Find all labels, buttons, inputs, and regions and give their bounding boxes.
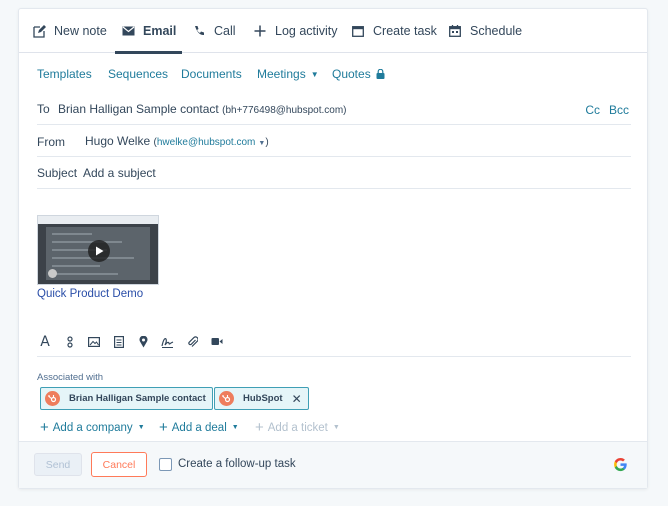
formatting-toolbar: A <box>37 327 631 357</box>
from-selector[interactable]: Hugo Welke (hwelke@hubspot.com ▼) <box>85 134 269 148</box>
video-link[interactable]: Quick Product Demo <box>37 288 143 300</box>
cancel-button[interactable]: Cancel <box>91 452 147 477</box>
calendar-icon <box>448 24 462 38</box>
meetings-label: Meetings <box>257 67 306 81</box>
cc-link[interactable]: Cc <box>585 103 600 117</box>
hubspot-sprocket-icon <box>219 391 234 406</box>
subject-row: Subject Add a subject <box>37 157 631 189</box>
plus-icon: + <box>159 419 168 436</box>
from-address: hwelke@hubspot.com <box>156 137 256 148</box>
subject-input[interactable]: Add a subject <box>83 166 156 180</box>
tab-schedule[interactable]: Schedule <box>448 9 522 53</box>
to-address: (bh+776498@hubspot.com) <box>222 105 347 116</box>
caret-down-icon: ▼ <box>231 424 239 431</box>
image-icon[interactable] <box>86 334 102 350</box>
caret-down-icon: ▼ <box>332 424 340 431</box>
tab-label: New note <box>54 24 107 38</box>
to-label: To <box>37 102 50 116</box>
envelope-icon <box>121 24 135 38</box>
add-company-label: Add a company <box>52 421 133 434</box>
text-style-icon[interactable]: A <box>37 334 53 350</box>
remove-chip-icon[interactable]: ✕ <box>292 392 302 406</box>
templates-link[interactable]: Templates <box>37 67 92 81</box>
cc-bcc-links: Cc Bcc <box>585 103 629 117</box>
from-name: Hugo Welke <box>85 134 151 148</box>
quotes-label: Quotes <box>332 67 371 81</box>
google-icon <box>614 457 627 472</box>
play-icon <box>88 240 110 262</box>
signature-icon[interactable] <box>160 334 176 350</box>
add-company-dropdown[interactable]: + Add a company ▼ <box>40 420 145 435</box>
to-row: To Brian Halligan Sample contact (bh+776… <box>37 95 631 125</box>
lock-icon <box>376 69 385 79</box>
tab-label: Call <box>214 24 236 38</box>
add-deal-label: Add a deal <box>171 421 227 434</box>
follow-up-checkbox[interactable] <box>159 458 172 471</box>
bcc-link[interactable]: Bcc <box>609 103 629 117</box>
email-composer-panel: New note Email Call Log activity Create … <box>18 8 648 489</box>
documents-link[interactable]: Documents <box>181 67 242 81</box>
from-row: From Hugo Welke (hwelke@hubspot.com ▼) <box>37 125 631 157</box>
tab-log-activity[interactable]: Log activity <box>253 9 338 53</box>
personalize-icon[interactable] <box>62 334 78 350</box>
add-ticket-label: Add a ticket <box>267 421 328 434</box>
attachment-icon[interactable] <box>184 334 200 350</box>
tab-new-note[interactable]: New note <box>32 9 107 53</box>
tab-label: Schedule <box>470 24 523 38</box>
map-pin-icon[interactable] <box>135 334 151 350</box>
hubspot-sprocket-icon <box>45 391 60 406</box>
to-recipient[interactable]: Brian Halligan Sample contact (bh+776498… <box>58 102 347 116</box>
sequences-link[interactable]: Sequences <box>108 67 168 81</box>
associated-with-label: Associated with <box>37 372 104 383</box>
chip-label: HubSpot <box>243 393 283 404</box>
video-camera-icon[interactable] <box>209 334 225 350</box>
add-deal-dropdown[interactable]: + Add a deal ▼ <box>159 420 239 435</box>
tab-create-task[interactable]: Create task <box>351 9 437 53</box>
subject-label: Subject <box>37 166 78 180</box>
tab-email[interactable]: Email <box>114 9 183 54</box>
plus-icon <box>253 24 267 38</box>
association-chip-company[interactable]: HubSpot ✕ <box>214 387 309 410</box>
phone-icon <box>192 24 206 38</box>
video-browser-bar <box>38 216 158 224</box>
document-icon[interactable] <box>111 334 127 350</box>
video-thumbnail[interactable] <box>37 215 159 285</box>
tab-label: Create task <box>373 24 437 38</box>
activity-tabs: New note Email Call Log activity Create … <box>19 9 647 54</box>
presenter-avatar <box>48 269 57 278</box>
from-label: From <box>37 135 65 149</box>
caret-down-icon: ▼ <box>310 69 319 79</box>
send-button[interactable]: Send <box>34 453 82 476</box>
email-tools-bar: Templates Sequences Documents Meetings ▼… <box>19 53 647 93</box>
tab-label: Log activity <box>275 24 338 38</box>
task-icon <box>351 24 365 38</box>
add-ticket-dropdown[interactable]: + Add a ticket ▼ <box>255 420 340 435</box>
tab-call[interactable]: Call <box>192 9 236 53</box>
from-address-close: ) <box>265 137 269 148</box>
plus-icon: + <box>255 419 264 436</box>
chip-label: Brian Halligan Sample contact <box>69 393 206 404</box>
tab-label: Email <box>143 24 177 38</box>
meetings-dropdown[interactable]: Meetings ▼ <box>257 67 319 81</box>
to-name: Brian Halligan Sample contact <box>58 102 219 116</box>
quotes-link[interactable]: Quotes <box>332 67 385 81</box>
composer-footer: Send Cancel Create a follow-up task <box>19 441 647 488</box>
caret-down-icon: ▼ <box>137 424 145 431</box>
association-chip-contact[interactable]: Brian Halligan Sample contact <box>40 387 213 410</box>
follow-up-label: Create a follow-up task <box>178 458 296 470</box>
plus-icon: + <box>40 419 49 436</box>
pencil-icon <box>32 24 46 38</box>
